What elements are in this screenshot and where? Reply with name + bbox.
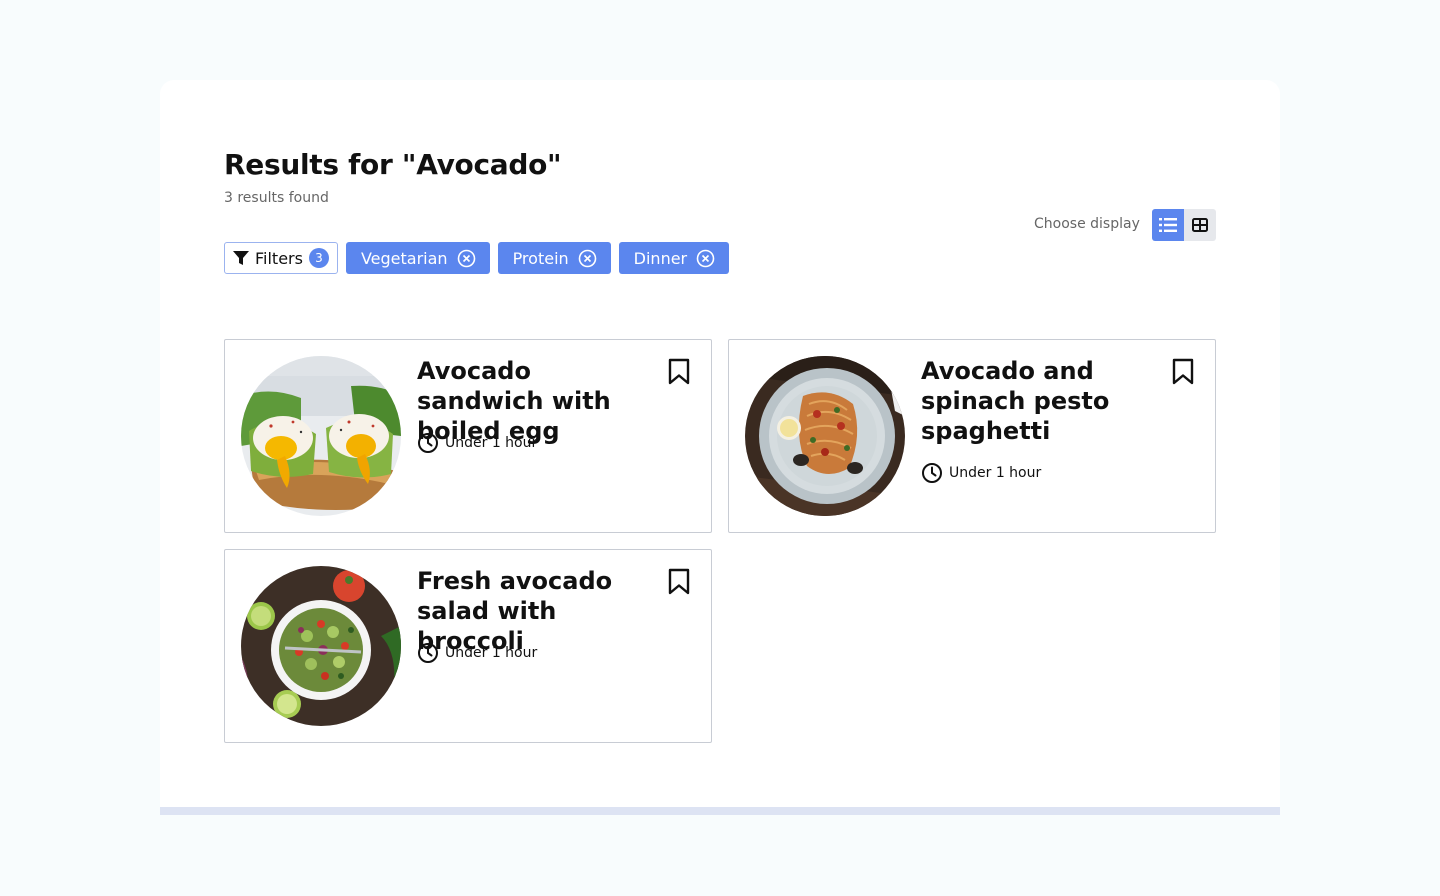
cook-time: Under 1 hour (417, 642, 537, 664)
filters-label: Filters (255, 248, 303, 268)
recipe-image-avocado-toast-egg (241, 356, 401, 516)
recipe-card[interactable]: Avocado and spinach pesto spaghetti Unde… (728, 339, 1216, 533)
remove-filter-icon[interactable] (696, 249, 715, 268)
chip-label: Vegetarian (360, 248, 448, 268)
filter-icon (233, 250, 249, 265)
cook-time-label: Under 1 hour (445, 435, 538, 451)
recipe-title[interactable]: Avocado and spinach pesto spaghetti (921, 356, 1161, 446)
filter-chip-vegetarian[interactable]: Vegetarian (345, 242, 490, 274)
recipe-image-pesto-spaghetti-plate (745, 356, 905, 516)
filter-chip-protein[interactable]: Protein (497, 242, 611, 274)
clock-icon (418, 643, 438, 663)
cook-time: Under 1 hour (921, 462, 1041, 484)
list-view-button[interactable] (1152, 209, 1184, 241)
chip-label: Protein (512, 248, 569, 268)
clock-icon (922, 463, 942, 483)
remove-filter-icon[interactable] (457, 249, 476, 268)
cook-time: Under 1 hour (417, 432, 537, 454)
filter-bar: Filters 3 Vegetarian Protein Dinner (224, 242, 730, 274)
recipe-image-avocado-salad-bowl (241, 566, 401, 726)
bookmark-icon[interactable] (667, 358, 691, 386)
bookmark-icon[interactable] (1171, 358, 1195, 386)
list-icon (1159, 218, 1177, 232)
chip-label: Dinner (633, 248, 688, 268)
remove-filter-icon[interactable] (578, 249, 597, 268)
choose-display-label: Choose display (1034, 216, 1140, 232)
grid-view-button[interactable] (1184, 209, 1216, 241)
grid-icon (1192, 218, 1208, 232)
cook-time-label: Under 1 hour (949, 465, 1042, 481)
filter-count-badge: 3 (308, 248, 329, 268)
recipe-card[interactable]: Avocado sandwich with boiled egg Under 1… (224, 339, 712, 533)
cook-time-label: Under 1 hour (445, 645, 538, 661)
clock-icon (418, 433, 438, 453)
filters-button[interactable]: Filters 3 (224, 242, 338, 274)
bookmark-icon[interactable] (667, 568, 691, 596)
filter-chip-dinner[interactable]: Dinner (618, 242, 730, 274)
page-title: Results for "Avocado" (224, 148, 562, 181)
recipe-card[interactable]: Fresh avocado salad with broccoli Under … (224, 549, 712, 743)
results-panel: Results for "Avocado" 3 results found Ch… (160, 80, 1280, 807)
display-toggle (1152, 209, 1216, 241)
results-count: 3 results found (224, 190, 329, 206)
